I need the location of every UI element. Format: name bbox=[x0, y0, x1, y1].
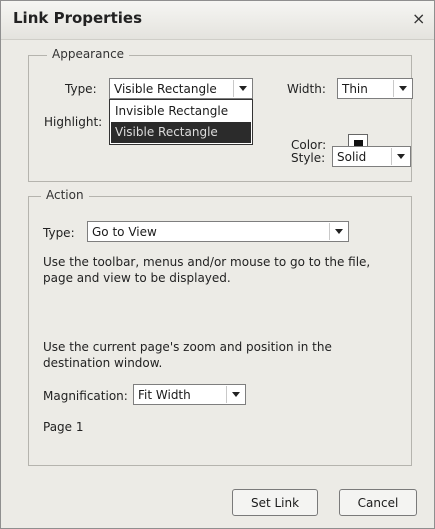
style-select[interactable]: Solid bbox=[332, 146, 411, 167]
set-link-button[interactable]: Set Link bbox=[232, 489, 318, 516]
cancel-button[interactable]: Cancel bbox=[339, 489, 417, 516]
width-value: Thin bbox=[342, 82, 368, 96]
action-type-select[interactable]: Go to View bbox=[87, 221, 349, 242]
appearance-type-value: Visible Rectangle bbox=[114, 82, 217, 96]
option-invisible-rectangle[interactable]: Invisible Rectangle bbox=[111, 101, 251, 122]
action-type-label: Type: bbox=[43, 226, 75, 240]
option-visible-rectangle[interactable]: Visible Rectangle bbox=[111, 122, 251, 143]
chevron-down-icon[interactable] bbox=[329, 223, 347, 240]
action-type-value: Go to View bbox=[92, 225, 157, 239]
chevron-down-icon[interactable] bbox=[391, 148, 409, 165]
action-instructions: Use the toolbar, menus and/or mouse to g… bbox=[43, 255, 371, 285]
chevron-down-icon[interactable] bbox=[393, 80, 411, 97]
appearance-type-label: Type: bbox=[65, 82, 97, 96]
magnification-value: Fit Width bbox=[138, 388, 191, 402]
zoom-note: Use the current page's zoom and position… bbox=[43, 340, 332, 370]
color-label: Color: bbox=[291, 138, 327, 152]
highlight-label: Highlight: bbox=[44, 115, 103, 129]
link-properties-dialog: Link Properties × Appearance Type: Visib… bbox=[0, 0, 435, 529]
width-select[interactable]: Thin bbox=[337, 78, 413, 99]
dialog-title: Link Properties bbox=[13, 9, 142, 27]
close-icon[interactable]: × bbox=[412, 9, 425, 28]
style-value: Solid bbox=[337, 150, 367, 164]
magnification-select[interactable]: Fit Width bbox=[133, 384, 246, 405]
appearance-legend: Appearance bbox=[47, 47, 130, 61]
action-legend: Action bbox=[41, 188, 89, 202]
title-bar[interactable]: Link Properties × bbox=[1, 1, 434, 40]
appearance-type-dropdown: Invisible Rectangle Visible Rectangle bbox=[109, 99, 253, 145]
magnification-label: Magnification: bbox=[43, 389, 128, 403]
appearance-type-select[interactable]: Visible Rectangle bbox=[109, 78, 253, 99]
style-label: Style: bbox=[291, 151, 326, 165]
chevron-down-icon[interactable] bbox=[226, 386, 244, 403]
chevron-down-icon[interactable] bbox=[233, 80, 251, 97]
page-info: Page 1 bbox=[43, 420, 84, 434]
width-label: Width: bbox=[287, 82, 326, 96]
